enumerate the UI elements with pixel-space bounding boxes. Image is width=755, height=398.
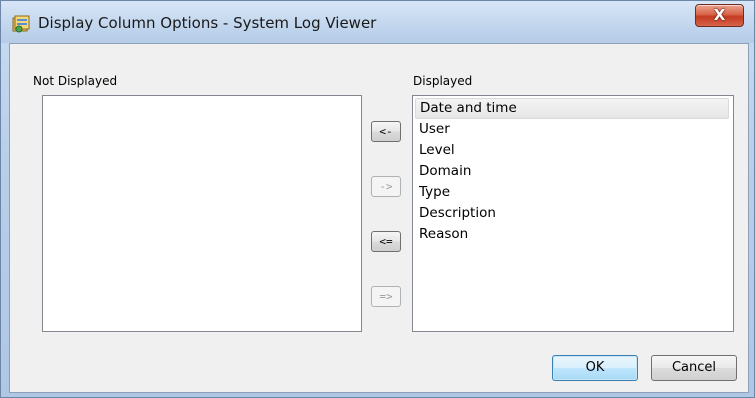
- dialog-client-area: Not Displayed Displayed Date and time Us…: [9, 43, 749, 393]
- list-item[interactable]: Level: [415, 140, 455, 161]
- not-displayed-label: Not Displayed: [33, 74, 118, 88]
- cancel-button[interactable]: Cancel: [651, 355, 737, 381]
- title-bar[interactable]: Display Column Options - System Log View…: [1, 1, 754, 43]
- list-item[interactable]: Domain: [415, 161, 471, 182]
- move-left-button[interactable]: <-: [371, 121, 401, 142]
- app-settings-icon: [12, 15, 30, 33]
- close-button[interactable]: X: [695, 4, 744, 27]
- displayed-label: Displayed: [413, 74, 473, 88]
- list-item[interactable]: Reason: [415, 224, 468, 245]
- list-item[interactable]: Date and time: [415, 98, 729, 119]
- displayed-list[interactable]: Date and time User Level Domain Type Des…: [412, 95, 734, 332]
- move-all-right-button[interactable]: =>: [371, 286, 401, 307]
- move-right-button[interactable]: ->: [371, 176, 401, 197]
- close-icon: X: [713, 6, 726, 24]
- dialog-window: Display Column Options - System Log View…: [0, 0, 755, 398]
- list-item[interactable]: Description: [415, 203, 496, 224]
- window-title: Display Column Options - System Log View…: [38, 14, 377, 32]
- ok-button[interactable]: OK: [552, 355, 638, 381]
- list-item[interactable]: Type: [415, 182, 450, 203]
- move-all-left-button[interactable]: <=: [371, 231, 401, 252]
- not-displayed-list[interactable]: [42, 95, 362, 332]
- list-item[interactable]: User: [415, 119, 450, 140]
